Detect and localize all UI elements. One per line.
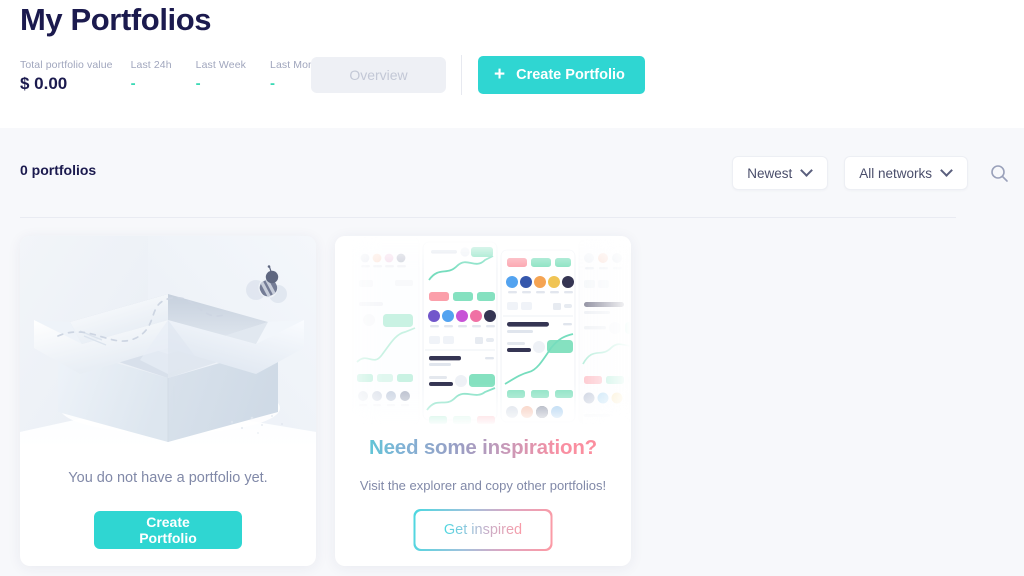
inspiration-subtitle: Visit the explorer and copy other portfo… (359, 478, 607, 493)
empty-box-illustration (20, 236, 316, 448)
network-dropdown-value: All networks (859, 165, 932, 181)
get-inspired-button-inner: Get inspired (415, 510, 551, 550)
stat-last-24h: Last 24h - (131, 58, 172, 95)
create-portfolio-label: Create Portfolio (516, 67, 625, 83)
filter-bar: 0 portfolios Newest All networks (0, 128, 1024, 218)
get-inspired-button[interactable]: Get inspired (413, 509, 553, 551)
explorer-preview-illustration (335, 236, 631, 426)
stat-label: Last Week (195, 59, 246, 71)
inspiration-title: Need some inspiration? (335, 436, 631, 460)
portfolio-count: 0 portfolios (20, 162, 97, 178)
network-dropdown[interactable]: All networks (844, 156, 968, 190)
open-box-with-bee-graphic (20, 236, 316, 448)
stat-last-week: Last Week - (196, 58, 246, 95)
empty-state-card: You do not have a portfolio yet. Create … (20, 236, 316, 566)
filter-controls: Newest All networks (732, 156, 968, 190)
stat-value: - (195, 75, 201, 92)
stat-value: - (130, 75, 136, 92)
chevron-down-icon (942, 166, 953, 177)
stat-total-portfolio-value: Total portfolio value $ 0.00 (20, 58, 113, 95)
inspiration-card: Need some inspiration? Visit the explore… (335, 236, 631, 566)
portfolio-mockups-graphic (335, 236, 631, 426)
portfolios-page: My Portfolios Total portfolio value $ 0.… (0, 0, 1024, 576)
page-title: My Portfolios (20, 2, 212, 37)
overview-button[interactable]: Overview (311, 57, 446, 93)
stat-label: Last 24h (130, 59, 172, 71)
chevron-down-icon (802, 166, 813, 177)
portfolio-stats: Total portfolio value $ 0.00 Last 24h - … (20, 58, 353, 95)
stat-label: Total portfolio value (20, 59, 113, 71)
search-icon (990, 164, 1008, 182)
stat-value: $ 0.00 (20, 74, 68, 93)
page-header: My Portfolios Total portfolio value $ 0.… (0, 0, 1024, 128)
create-portfolio-button[interactable]: + Create Portfolio (478, 56, 645, 94)
header-vertical-divider (461, 55, 462, 95)
sort-dropdown[interactable]: Newest (732, 156, 829, 190)
empty-state-create-portfolio-button[interactable]: Create Portfolio (94, 511, 242, 549)
plus-icon: + (494, 63, 506, 85)
sort-dropdown-value: Newest (747, 165, 793, 181)
search-button[interactable] (982, 156, 1016, 190)
portfolio-card-grid: You do not have a portfolio yet. Create … (20, 236, 631, 566)
section-divider (20, 217, 956, 218)
empty-state-caption: You do not have a portfolio yet. (68, 470, 268, 486)
get-inspired-label: Get inspired (443, 522, 523, 538)
